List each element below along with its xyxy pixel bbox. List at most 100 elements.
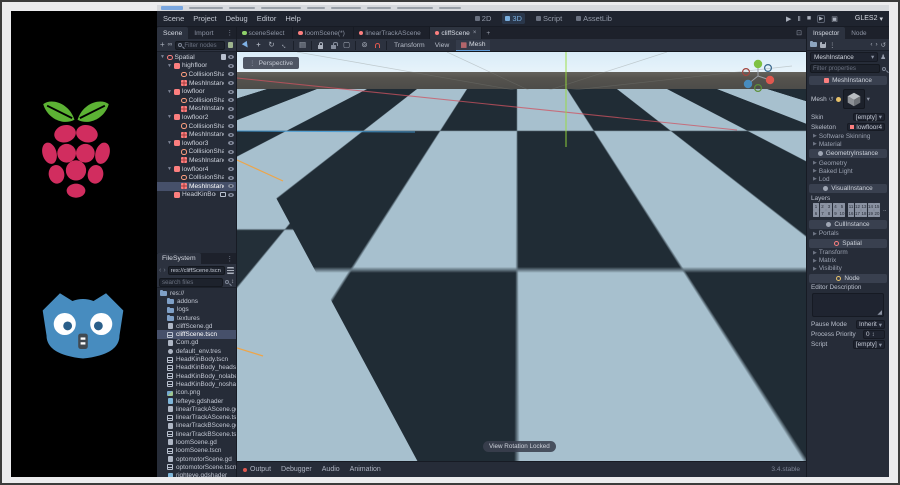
- property-script[interactable]: Script [empty] ▾: [809, 340, 887, 350]
- add-node-button[interactable]: +: [160, 41, 165, 49]
- history-icon[interactable]: ↺: [881, 41, 886, 49]
- snap-magnet-icon[interactable]: [375, 42, 380, 48]
- history-back-icon[interactable]: ‹: [870, 41, 872, 48]
- file-row[interactable]: HeadKinBody_headset.ts: [157, 364, 236, 372]
- node-name-dropdown[interactable]: MeshInstance ▾: [810, 52, 879, 62]
- visibility-eye-icon[interactable]: [228, 98, 234, 103]
- expand-arrow-icon[interactable]: ▼: [160, 54, 165, 60]
- scene-tree-row[interactable]: ▼ lowfloor3: [157, 139, 236, 148]
- scene-tree-row[interactable]: ▼ CollisionShape: [157, 96, 236, 105]
- property-group-fold[interactable]: ▶ Baked Light: [809, 167, 887, 175]
- pause-button[interactable]: Ⅱ: [797, 15, 800, 23]
- property-group-fold[interactable]: ▶ Lod: [809, 175, 887, 183]
- layer-toggle[interactable]: 19: [867, 210, 874, 217]
- bottom-panel-button[interactable]: Output: [250, 466, 271, 473]
- file-row[interactable]: Com.gd: [157, 339, 236, 347]
- layer-toggle[interactable]: 15: [874, 203, 880, 210]
- layer-toggle[interactable]: 6: [813, 210, 819, 217]
- filter-properties-input[interactable]: Filter properties: [810, 64, 880, 73]
- menu-item[interactable]: Project: [193, 14, 216, 23]
- chevron-down-icon[interactable]: ▾: [867, 95, 870, 103]
- filesystem-menu-icon[interactable]: ⋮: [223, 255, 236, 263]
- tab-filesystem[interactable]: FileSystem: [157, 253, 201, 264]
- reload-icon[interactable]: ↺: [829, 96, 834, 103]
- layer-toggle[interactable]: 18: [861, 210, 867, 217]
- expand-arrow-icon[interactable]: ▼: [167, 63, 172, 69]
- current-path-field[interactable]: res://cliffScene.tscn: [167, 266, 225, 275]
- save-resource-icon[interactable]: [820, 41, 826, 48]
- unlock-icon[interactable]: [331, 41, 338, 49]
- property-group-fold[interactable]: ▶ Portals: [809, 230, 887, 238]
- layer-toggle[interactable]: 5: [839, 203, 845, 210]
- workspace-button[interactable]: 3D: [502, 13, 525, 24]
- new-scene-tab-button[interactable]: +: [482, 27, 494, 39]
- file-row[interactable]: righteye.gdshader: [157, 472, 236, 477]
- expand-arrow-icon[interactable]: ▼: [167, 89, 172, 95]
- forward-icon[interactable]: ›: [163, 267, 165, 274]
- property-pause-mode[interactable]: Pause Mode Inherit ▾: [809, 320, 887, 330]
- workspace-button[interactable]: Script: [533, 13, 565, 24]
- expand-icon[interactable]: ◢: [877, 309, 882, 316]
- transform-menu[interactable]: Transform: [391, 41, 428, 50]
- menu-item[interactable]: Editor: [257, 14, 277, 23]
- attach-script-button[interactable]: [228, 42, 233, 48]
- search-files-input[interactable]: search files: [159, 277, 223, 287]
- layer-toggle[interactable]: 9: [832, 210, 839, 217]
- back-icon[interactable]: ‹: [159, 267, 161, 274]
- file-row[interactable]: HeadKinBody_noshader.: [157, 380, 236, 388]
- scene-tree-row[interactable]: ▼ MeshInstance: [157, 156, 236, 165]
- file-row[interactable]: cliffScene.gd: [157, 322, 236, 330]
- layer-toggle[interactable]: 16: [848, 210, 854, 217]
- file-row[interactable]: loomScene.gd: [157, 438, 236, 446]
- filter-nodes-input[interactable]: Filter nodes: [175, 40, 225, 50]
- bottom-panel-button[interactable]: Audio: [322, 466, 340, 473]
- layer-toggle[interactable]: 13: [861, 203, 867, 210]
- bottom-panel-button[interactable]: Animation: [350, 466, 381, 473]
- distraction-free-icon[interactable]: ⊡: [792, 27, 806, 39]
- scene-tab[interactable]: cliffScene ×: [429, 27, 483, 39]
- scene-tree-row[interactable]: ▼ Spatial: [157, 53, 236, 62]
- scene-tree-row[interactable]: ▼ CollisionShape: [157, 148, 236, 157]
- rotate-mode-icon[interactable]: ↻: [267, 41, 276, 50]
- scene-tree-row[interactable]: ▼ lowfloor4: [157, 165, 236, 174]
- editor-description-textarea[interactable]: ◢: [812, 292, 884, 317]
- property-process-priority[interactable]: Process Priority 0 ↕: [809, 330, 887, 340]
- view-menu[interactable]: View: [432, 41, 453, 50]
- file-row[interactable]: textures: [157, 314, 236, 322]
- layer-toggle[interactable]: 11: [848, 203, 854, 210]
- spinbox-arrows-icon[interactable]: ↕: [872, 332, 875, 338]
- tab-scene[interactable]: Scene: [157, 27, 189, 39]
- layer-toggle[interactable]: 7: [819, 210, 826, 217]
- select-mode-icon[interactable]: [241, 40, 250, 50]
- visibility-eye-icon[interactable]: [228, 124, 234, 129]
- visibility-eye-icon[interactable]: [228, 55, 234, 60]
- visibility-eye-icon[interactable]: [228, 72, 234, 77]
- property-group-fold[interactable]: ▶ Visibility: [809, 265, 887, 273]
- file-row[interactable]: res://: [157, 289, 236, 297]
- layer-toggle[interactable]: 14: [867, 203, 874, 210]
- menu-item[interactable]: Debug: [226, 14, 248, 23]
- visibility-eye-icon[interactable]: [228, 141, 234, 146]
- visibility-eye-icon[interactable]: [228, 115, 234, 120]
- visibility-eye-icon[interactable]: [228, 167, 234, 172]
- file-row[interactable]: linearTrackBScene.tscn: [157, 430, 236, 438]
- visibility-eye-icon[interactable]: [228, 149, 234, 154]
- layer-toggle[interactable]: 2: [819, 203, 826, 210]
- visibility-eye-icon[interactable]: [228, 175, 234, 180]
- menu-item[interactable]: Help: [285, 14, 300, 23]
- scene-tree-row[interactable]: ▼ MeshInstance: [157, 105, 236, 114]
- layer-toggle[interactable]: 20: [874, 210, 880, 217]
- scene-tab[interactable]: sceneSelect: [237, 27, 294, 39]
- scene-tree-row[interactable]: ▼ CollisionShape: [157, 70, 236, 79]
- file-row[interactable]: linearTrackAScene.gd: [157, 405, 236, 413]
- workspace-button[interactable]: AssetLib: [573, 13, 615, 24]
- property-skeleton[interactable]: Skeleton lowfloor4: [809, 122, 887, 132]
- scene-tree-row[interactable]: ▼ CollisionShape: [157, 122, 236, 131]
- scene-tree-row[interactable]: ▼ MeshInstance: [157, 181, 236, 191]
- scene-tree-row[interactable]: ▼ lowfloor: [157, 87, 236, 96]
- docs-icon[interactable]: ♟: [880, 53, 886, 61]
- node-badge-icon[interactable]: [221, 54, 226, 61]
- file-row[interactable]: lefteye.gdshader: [157, 397, 236, 405]
- play-button[interactable]: ▶: [786, 15, 791, 23]
- visibility-eye-icon[interactable]: [228, 192, 234, 197]
